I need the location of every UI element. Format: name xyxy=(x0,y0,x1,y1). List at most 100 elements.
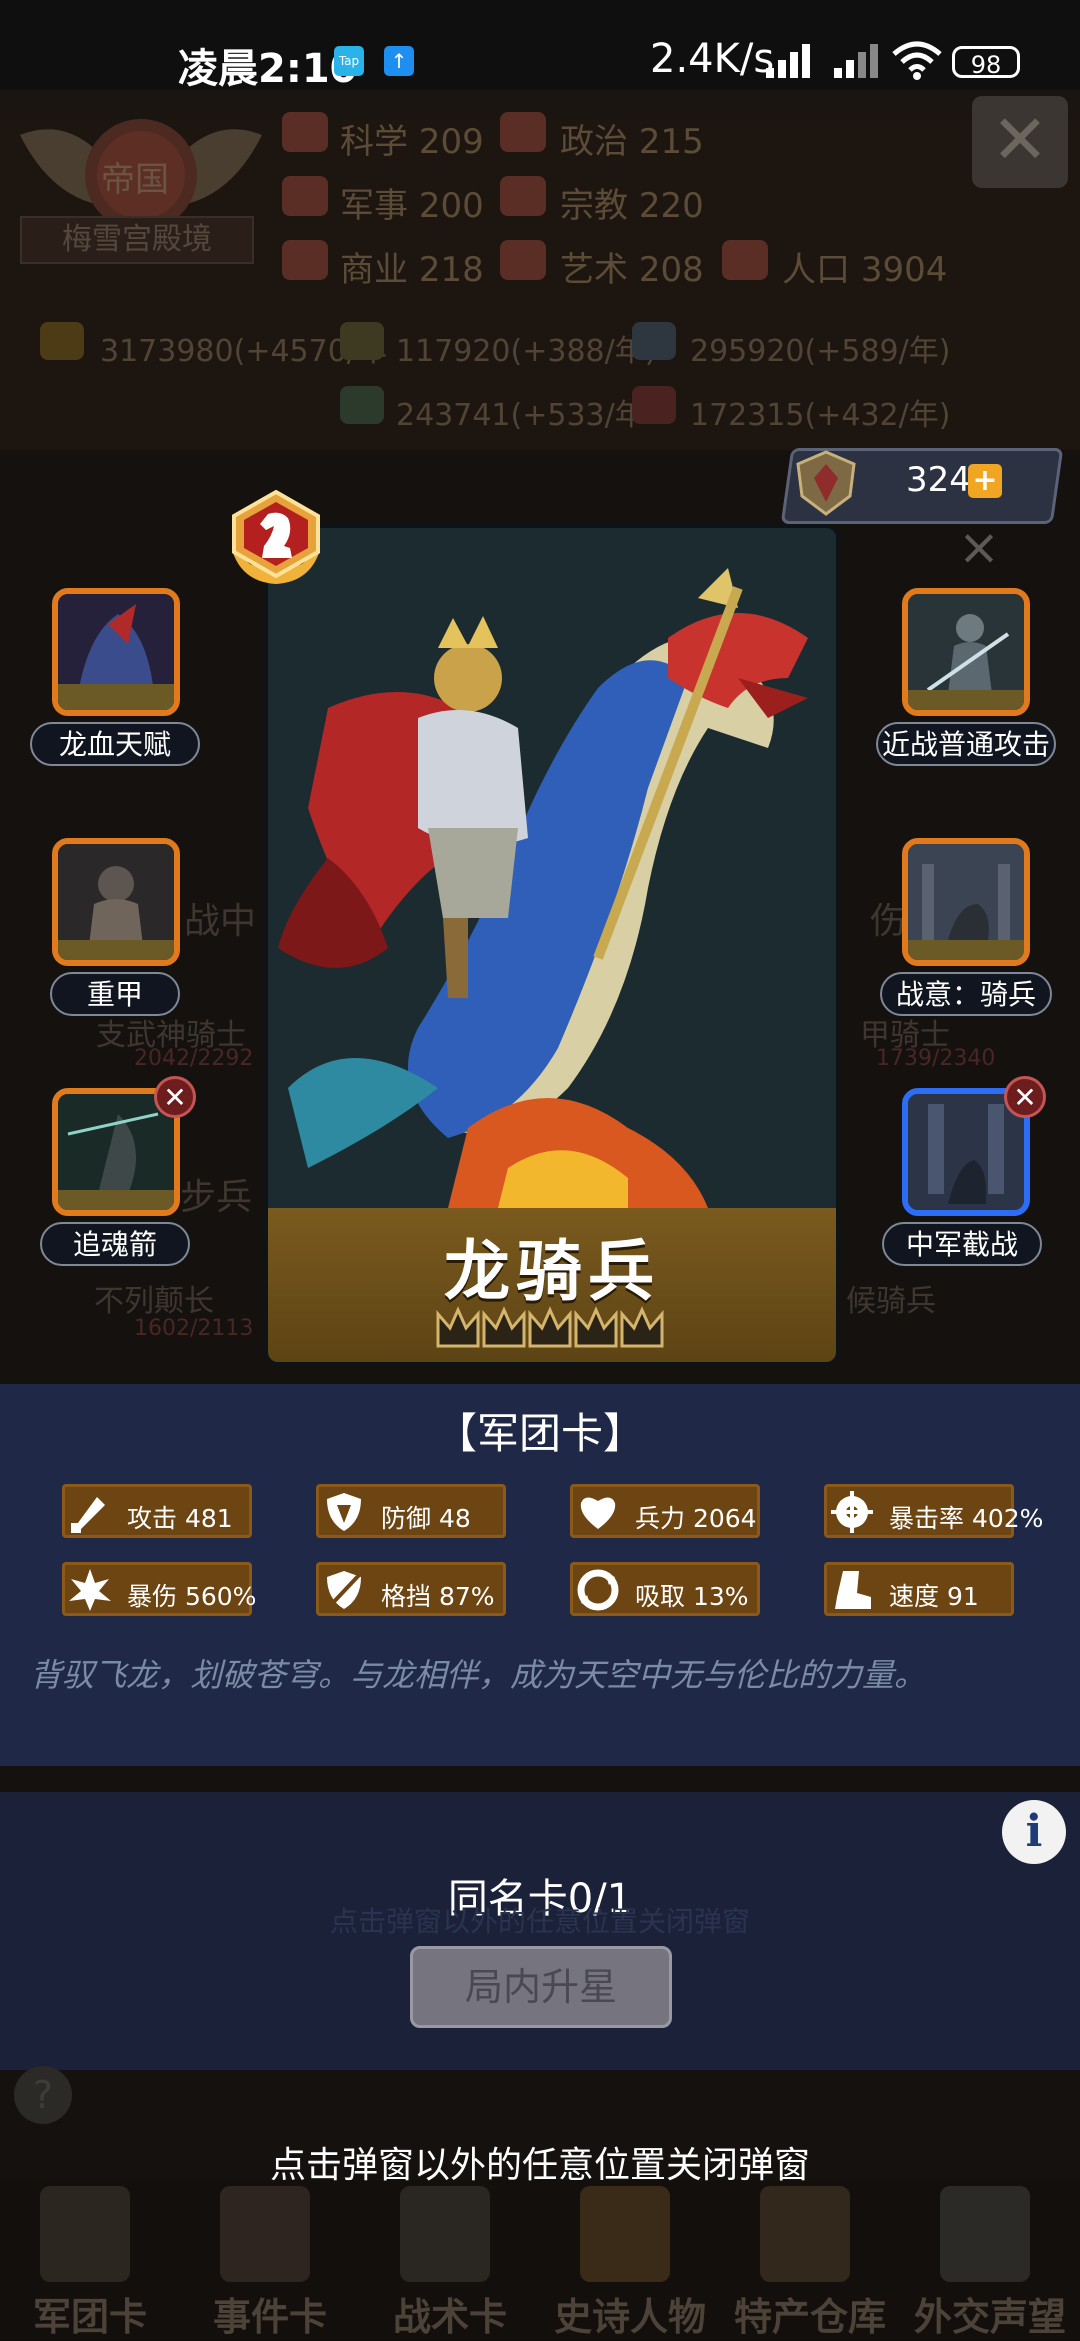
burst-icon xyxy=(69,1569,111,1611)
emblem-title: 帝国 xyxy=(101,160,169,200)
stat-absorb: 吸取 13% xyxy=(570,1562,760,1616)
bg-text: 战中 xyxy=(184,901,257,942)
wood-icon xyxy=(340,322,384,360)
tab-warehouse[interactable]: 特产仓库 xyxy=(720,2180,890,2340)
close-panel-button[interactable]: ✕ xyxy=(972,96,1068,188)
food-icon xyxy=(340,386,384,424)
religion-icon xyxy=(500,176,546,216)
skill-label: 中军截战 xyxy=(882,1222,1042,1266)
tab-event-card[interactable]: 事件卡 xyxy=(180,2180,350,2340)
skill-label: 龙血天赋 xyxy=(30,722,200,766)
taptap-app-icon: Tap xyxy=(334,46,364,76)
skill-dragonblood[interactable] xyxy=(52,588,180,716)
dragon-rider-illustration xyxy=(268,528,836,1208)
stat-attack: 攻击 481 xyxy=(62,1484,252,1538)
military-icon xyxy=(282,176,328,216)
sword-icon xyxy=(71,1497,105,1533)
star-upgrade-button[interactable]: 局内升星 xyxy=(410,1946,672,2028)
info-button[interactable]: i xyxy=(1002,1800,1066,1864)
art-icon xyxy=(500,240,546,280)
add-honor-button[interactable]: + xyxy=(968,464,1002,498)
stat-commerce: 商业 218 xyxy=(340,250,484,290)
knight-chess-icon xyxy=(232,489,320,584)
boot-icon xyxy=(835,1571,871,1609)
unit-card: 龙骑兵 xyxy=(264,524,840,1366)
star-rank-crowns xyxy=(436,1306,664,1348)
cavalry-spirit-icon xyxy=(908,844,1024,960)
heavy-armor-icon xyxy=(58,844,174,960)
resource-food: 243741(+533/年 xyxy=(396,398,645,433)
cell-signal-2-icon xyxy=(834,44,878,78)
absorb-icon xyxy=(577,1569,619,1611)
resource-wood: 117920(+388/年) xyxy=(396,334,657,369)
bg-text: 2042/2292 xyxy=(134,1046,254,1071)
skill-melee-attack[interactable] xyxy=(902,588,1030,716)
bg-text: 1602/2113 xyxy=(134,1316,254,1341)
tab-legion-card[interactable]: 军团卡 xyxy=(0,2180,170,2340)
tactics-icon xyxy=(400,2186,490,2282)
stat-speed: 速度 91 xyxy=(824,1562,1014,1616)
crosshair-icon xyxy=(831,1491,873,1533)
stat-troops: 兵力 2064 xyxy=(570,1484,760,1538)
stats-title: 【军团卡】 xyxy=(434,1409,645,1458)
stat-crit-damage: 暴伤 560% xyxy=(62,1562,256,1616)
card-close-icon[interactable]: × xyxy=(956,522,1002,572)
commerce-icon xyxy=(282,240,328,280)
upload-app-icon: ↑ xyxy=(384,46,414,76)
stat-military: 军事 200 xyxy=(340,186,484,226)
stat-block: 格挡 87% xyxy=(316,1562,506,1616)
faded-hint: 点击弹窗以外的任意位置关闭弹窗 xyxy=(329,1905,750,1938)
crest-icon xyxy=(796,450,856,516)
event-icon xyxy=(220,2186,310,2282)
skill-label: 追魂箭 xyxy=(40,1222,190,1266)
iron-icon xyxy=(632,322,676,360)
skill-heavy-armor[interactable] xyxy=(52,838,180,966)
status-time: 凌晨2:10 xyxy=(178,46,358,92)
bg-text: 1739/2340 xyxy=(876,1046,996,1071)
remove-skill-button[interactable]: ✕ xyxy=(1004,1076,1046,1118)
bg-text: 候骑兵 xyxy=(846,1284,936,1319)
skill-label: 重甲 xyxy=(50,972,180,1016)
stat-population: 人口 3904 xyxy=(782,250,948,290)
skill-cavalry-spirit[interactable] xyxy=(902,838,1030,966)
stat-defense: 防御 48 xyxy=(316,1484,506,1538)
resource-iron: 295920(+589/年) xyxy=(690,334,951,369)
bg-text: 步兵 xyxy=(180,1177,253,1218)
remove-skill-button[interactable]: ✕ xyxy=(154,1076,196,1118)
emblem-label: 梅雪宫殿境 xyxy=(20,216,254,264)
stat-science: 科学 209 xyxy=(340,122,484,162)
stat-art: 艺术 208 xyxy=(560,250,704,290)
soul-arrow-icon xyxy=(58,1094,174,1210)
parry-icon xyxy=(327,1571,363,1609)
warehouse-icon xyxy=(760,2186,850,2282)
heart-icon xyxy=(580,1497,616,1529)
network-speed: 2.4K/s xyxy=(650,36,775,82)
tab-epic-characters[interactable]: 史诗人物 xyxy=(540,2180,710,2340)
science-icon xyxy=(282,112,328,152)
helmet-icon xyxy=(40,2186,130,2282)
melee-attack-icon xyxy=(908,594,1024,710)
wifi-icon xyxy=(892,41,942,80)
card-description: 背驭飞龙，划破苍穹。与龙相伴，成为天空中无与伦比的力量。 xyxy=(30,1656,927,1694)
resource-meat: 172315(+432/年) xyxy=(690,398,951,433)
letter-icon xyxy=(940,2186,1030,2282)
help-icon[interactable]: ? xyxy=(14,2066,72,2124)
cell-signal-icon xyxy=(766,44,810,78)
skill-label: 近战普通攻击 xyxy=(876,722,1056,766)
population-icon xyxy=(722,240,768,280)
shield-icon xyxy=(327,1493,361,1531)
gold-icon xyxy=(40,322,84,360)
skill-label: 战意：骑兵 xyxy=(880,972,1052,1016)
stat-crit-rate: 暴击率 402% xyxy=(824,1484,1043,1538)
politics-icon xyxy=(500,112,546,152)
stat-religion: 宗教 220 xyxy=(560,186,704,226)
honor-count: 324 xyxy=(906,460,971,500)
bg-text: 不列颠长 xyxy=(94,1284,214,1319)
tab-diplomacy[interactable]: 外交声望 xyxy=(900,2180,1070,2340)
crown-icon xyxy=(580,2186,670,2282)
tab-tactics-card[interactable]: 战术卡 xyxy=(360,2180,530,2340)
meat-icon xyxy=(632,386,676,424)
battery-indicator: 98 xyxy=(952,46,1020,79)
stat-politics: 政治 215 xyxy=(560,122,704,162)
center-intercept-icon xyxy=(908,1094,1024,1210)
